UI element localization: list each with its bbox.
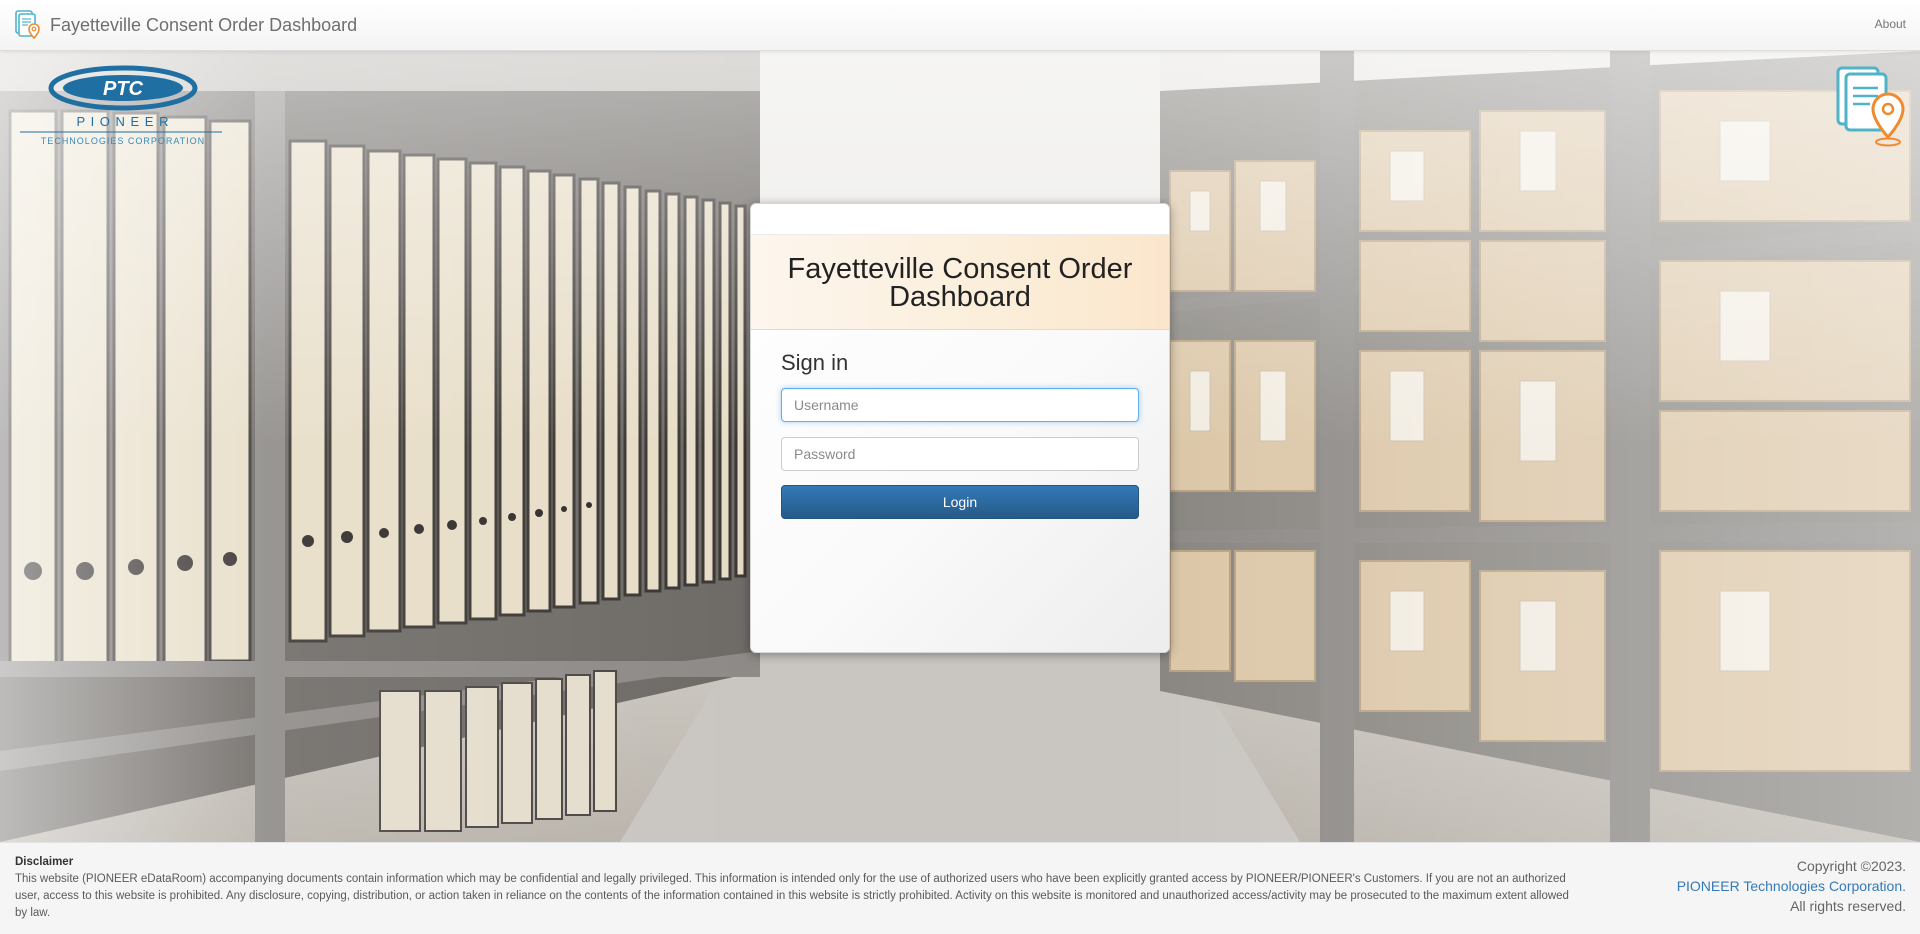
username-input[interactable]: [781, 388, 1139, 422]
app-title: Fayetteville Consent Order Dashboard: [50, 15, 358, 35]
login-form: Sign in Login: [751, 350, 1169, 519]
disclaimer: Disclaimer This website (PIONEER eDataRo…: [15, 854, 1575, 922]
document-location-icon: [15, 10, 40, 40]
disclaimer-text: This website (PIONEER eDataRoom) accompa…: [15, 873, 1569, 919]
document-location-icon: [1836, 66, 1905, 147]
pioneer-logo: PTC P I O N E E R TECHNOLOGIES CORPORATI…: [20, 65, 222, 146]
top-navbar: Fayetteville Consent Order Dashboard Abo…: [0, 0, 1920, 51]
logo-tagline: TECHNOLOGIES CORPORATION: [41, 136, 205, 146]
logo-name: P I O N E E R: [77, 114, 170, 129]
password-input[interactable]: [781, 437, 1139, 471]
rights-text: All rights reserved.: [1790, 898, 1906, 914]
page-footer: Disclaimer This website (PIONEER eDataRo…: [0, 842, 1920, 934]
sign-in-heading: Sign in: [781, 350, 849, 375]
login-button[interactable]: Login: [781, 485, 1139, 519]
company-link[interactable]: PIONEER Technologies Corporation.: [1677, 878, 1906, 894]
login-panel: Fayetteville Consent Order Dashboard Sig…: [750, 203, 1170, 653]
login-title: Fayetteville Consent Order Dashboard: [787, 253, 1133, 313]
logo-letters: PTC: [103, 78, 144, 100]
login-panel-top: [751, 204, 1169, 235]
copyright-block: Copyright ©2023. PIONEER Technologies Co…: [1677, 856, 1906, 916]
about-link[interactable]: About: [1875, 17, 1906, 31]
disclaimer-title: Disclaimer: [15, 856, 74, 868]
copyright-text: Copyright ©2023.: [1796, 858, 1906, 874]
login-panel-header: Fayetteville Consent Order Dashboard: [751, 235, 1169, 330]
